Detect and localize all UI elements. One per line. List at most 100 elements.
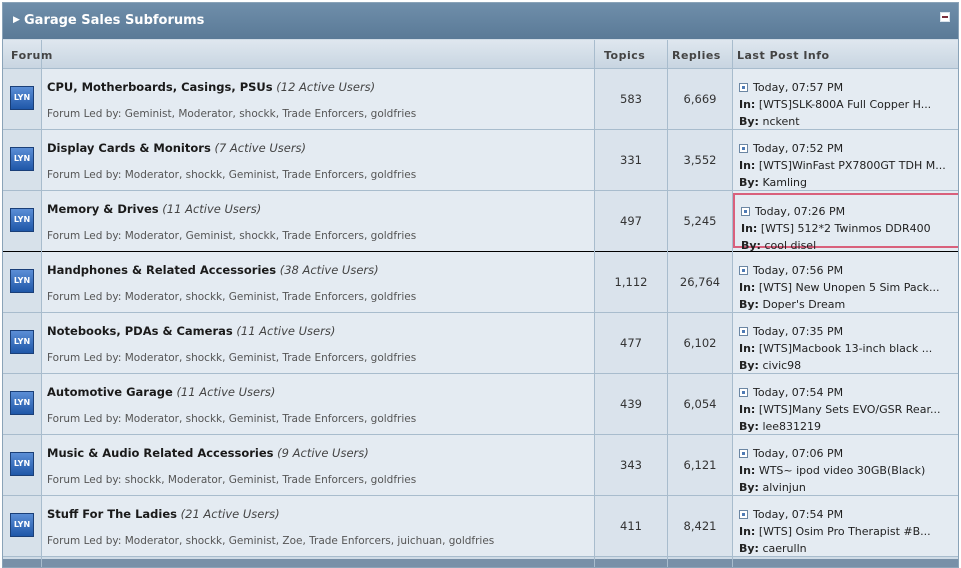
forum-link[interactable]: Notebooks, PDAs & Cameras (47, 324, 233, 338)
forum-status-icon[interactable]: LYN (10, 147, 34, 171)
last-post-box: Today, 07:26 PM In: [WTS] 512*2 Twinmos … (733, 193, 958, 252)
forum-topics-count: 439 (595, 374, 667, 434)
last-post-by-label: By: (739, 176, 759, 189)
forum-icon-cell: LYN (3, 69, 41, 129)
forum-icon-label: LYN (13, 398, 31, 407)
forum-cell: Music & Audio Related Accessories (9 Act… (42, 435, 594, 495)
last-post-box: Today, 07:54 PM In: [WTS]Many Sets EVO/G… (733, 376, 958, 433)
last-post-in-label: In: (739, 98, 756, 111)
forum-row[interactable]: LYN Display Cards & Monitors (7 Active U… (3, 130, 958, 191)
last-post-thread-link[interactable]: [WTS] 512*2 Twinmos DDR400 (761, 222, 931, 235)
forum-link[interactable]: Memory & Drives (47, 202, 159, 216)
forum-row[interactable]: LYN Music & Audio Related Accessories (9… (3, 435, 958, 496)
forum-led-by: Forum Led by: Moderator, shockk, Geminis… (47, 413, 417, 425)
forum-row[interactable]: LYN Memory & Drives (11 Active Users) Fo… (3, 191, 958, 252)
forum-title-line: Handphones & Related Accessories (38 Act… (47, 263, 379, 277)
last-post-thread-link[interactable]: [WTS]SLK-800A Full Copper H... (759, 98, 931, 111)
last-post-by-label: By: (739, 542, 759, 555)
last-post-icon[interactable] (739, 83, 748, 92)
last-post-author-link[interactable]: nckent (762, 115, 799, 128)
forum-row[interactable]: LYN Notebooks, PDAs & Cameras (11 Active… (3, 313, 958, 374)
last-post-in-label: In: (739, 525, 756, 538)
collapse-icon[interactable] (940, 12, 950, 22)
last-post-thread: In: [WTS]WinFast PX7800GT TDH M... (739, 159, 954, 172)
panel-footer (3, 559, 958, 567)
forum-status-icon[interactable]: LYN (10, 513, 34, 537)
last-post-in-label: In: (739, 403, 756, 416)
forum-link[interactable]: CPU, Motherboards, Casings, PSUs (47, 80, 273, 94)
forum-active-users: (11 Active Users) (162, 202, 262, 216)
last-post-icon[interactable] (739, 144, 748, 153)
forum-led-by: Forum Led by: Moderator, Geminist, shock… (47, 230, 417, 242)
forum-replies-count: 6,102 (668, 313, 732, 373)
last-post-thread-link[interactable]: WTS~ ipod video 30GB(Black) (759, 464, 926, 477)
last-post-time: Today, 07:56 PM (753, 264, 844, 277)
forum-active-users: (9 Active Users) (277, 446, 369, 460)
last-post-author: By: caerulln (739, 542, 807, 555)
last-post-icon[interactable] (739, 449, 748, 458)
panel-title: Garage Sales Subforums (24, 13, 205, 28)
forum-status-icon[interactable]: LYN (10, 391, 34, 415)
forum-link[interactable]: Music & Audio Related Accessories (47, 446, 274, 460)
last-post-thread-link[interactable]: [WTS]Many Sets EVO/GSR Rear... (759, 403, 941, 416)
forum-icon-label: LYN (13, 337, 31, 346)
forum-status-icon[interactable]: LYN (10, 269, 34, 293)
last-post-thread-link[interactable]: [WTS] New Unopen 5 Sim Pack... (759, 281, 940, 294)
forum-replies-count: 6,669 (668, 69, 732, 129)
last-post-icon[interactable] (739, 510, 748, 519)
last-post-author-link[interactable]: Doper's Dream (762, 298, 845, 311)
last-post-author-link[interactable]: Kamling (762, 176, 807, 189)
column-separator (41, 40, 42, 567)
forum-title-line: Automotive Garage (11 Active Users) (47, 385, 275, 399)
forum-status-icon[interactable]: LYN (10, 452, 34, 476)
last-post-time: Today, 07:54 PM (753, 386, 844, 399)
forum-topics-count: 411 (595, 496, 667, 556)
column-separator (732, 40, 733, 567)
last-post-in-label: In: (739, 464, 756, 477)
last-post-thread-link[interactable]: [WTS] Osim Pro Therapist #B... (759, 525, 931, 538)
forum-cell: Automotive Garage (11 Active Users) Foru… (42, 374, 594, 434)
last-post-by-label: By: (739, 359, 759, 372)
forum-replies-count: 26,764 (668, 252, 732, 312)
last-post-icon[interactable] (739, 388, 748, 397)
forum-active-users: (21 Active Users) (180, 507, 280, 521)
last-post-by-label: By: (741, 239, 761, 252)
forum-topics-count: 1,112 (595, 252, 667, 312)
forum-icon-cell: LYN (3, 252, 41, 312)
forum-link[interactable]: Stuff For The Ladies (47, 507, 177, 521)
forum-replies-count: 3,552 (668, 130, 732, 190)
forum-status-icon[interactable]: LYN (10, 208, 34, 232)
forum-status-icon[interactable]: LYN (10, 86, 34, 110)
forum-row[interactable]: LYN Stuff For The Ladies (21 Active User… (3, 496, 958, 557)
forum-row[interactable]: LYN Handphones & Related Accessories (38… (3, 252, 958, 313)
last-post-by-label: By: (739, 115, 759, 128)
forum-replies-count: 8,421 (668, 496, 732, 556)
last-post-author-link[interactable]: lee831219 (762, 420, 821, 433)
forum-status-icon[interactable]: LYN (10, 330, 34, 354)
last-post-thread-link[interactable]: [WTS]Macbook 13-inch black ... (759, 342, 932, 355)
forum-icon-cell: LYN (3, 496, 41, 556)
last-post-author-link[interactable]: alvinjun (762, 481, 805, 494)
forum-led-by: Forum Led by: Moderator, shockk, Geminis… (47, 291, 417, 303)
last-post-thread-link[interactable]: [WTS]WinFast PX7800GT TDH M... (759, 159, 946, 172)
forum-icon-cell: LYN (3, 191, 41, 251)
last-post-icon[interactable] (739, 266, 748, 275)
panel-title-bar: ▶ Garage Sales Subforums (3, 3, 958, 39)
last-post-author-link[interactable]: cool disel (764, 239, 816, 252)
last-post-in-label: In: (741, 222, 758, 235)
arrow-right-icon: ▶ (13, 15, 20, 25)
forum-row[interactable]: LYN CPU, Motherboards, Casings, PSUs (12… (3, 69, 958, 130)
last-post-icon[interactable] (739, 327, 748, 336)
forum-link[interactable]: Automotive Garage (47, 385, 173, 399)
last-post-icon[interactable] (741, 207, 750, 216)
forum-link[interactable]: Display Cards & Monitors (47, 141, 211, 155)
last-post-box: Today, 07:54 PM In: [WTS] Osim Pro Thera… (733, 498, 958, 555)
last-post-time: Today, 07:52 PM (753, 142, 844, 155)
column-header-last-post: Last Post Info (737, 49, 830, 62)
last-post-author-link[interactable]: civic98 (762, 359, 801, 372)
last-post-box: Today, 07:57 PM In: [WTS]SLK-800A Full C… (733, 71, 958, 128)
last-post-cell: Today, 07:56 PM In: [WTS] New Unopen 5 S… (733, 252, 958, 312)
forum-row[interactable]: LYN Automotive Garage (11 Active Users) … (3, 374, 958, 435)
last-post-author-link[interactable]: caerulln (762, 542, 806, 555)
forum-link[interactable]: Handphones & Related Accessories (47, 263, 276, 277)
